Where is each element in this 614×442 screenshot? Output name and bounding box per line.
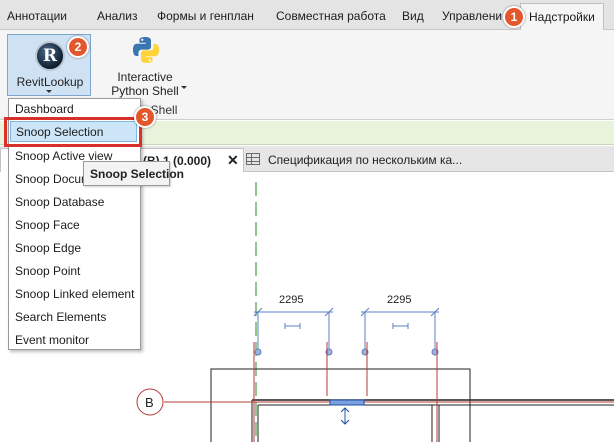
menu-item-snoop-linked-element[interactable]: Snoop Linked element [15,287,134,301]
close-icon[interactable]: ✕ [227,152,239,169]
python-shell-label-line2: Python Shell [111,84,179,98]
menu-item-event-monitor[interactable]: Event monitor [15,333,89,347]
highlight-frame [4,117,142,147]
tab-massing-site[interactable]: Формы и генплан [157,9,254,23]
menu-item-search-elements[interactable]: Search Elements [15,310,106,324]
menu-item-snoop-point[interactable]: Snoop Point [15,264,80,278]
python-shell-button[interactable]: Interactive Python Shell [108,34,190,98]
opening-element [329,399,365,406]
menu-item-snoop-face[interactable]: Snoop Face [15,218,80,232]
tab-manage[interactable]: Управлени [442,9,502,23]
dimension-left [253,307,334,352]
chevron-down-icon [46,90,52,93]
dimension-right-text: 2295 [387,294,411,306]
tooltip: Snoop Selection [83,161,184,186]
schedule-icon [246,153,260,165]
tab-schedule[interactable]: Спецификация по нескольким ка... [246,148,614,172]
tab-view[interactable]: Вид [402,9,424,23]
menu-item-snoop-edge[interactable]: Snoop Edge [15,241,81,255]
step-badge-2: 2 [67,36,89,58]
tab-collaborate[interactable]: Совместная работа [276,9,386,23]
revitlookup-logo-icon: R [35,41,65,71]
chevron-down-icon [181,86,187,89]
python-logo-icon [133,37,159,63]
tab-analysis[interactable]: Анализ [97,9,138,23]
dimension-right [360,307,440,352]
revitlookup-label: RevitLookup [16,75,84,89]
grid-label: B [145,395,154,410]
menu-item-dashboard[interactable]: Dashboard [15,102,74,116]
dimension-handle [254,348,262,356]
menu-item-snoop-database[interactable]: Snoop Database [15,195,104,209]
step-badge-1: 1 [503,6,525,28]
tab-annotations[interactable]: Аннотации [7,9,67,23]
tab-schedule-label: Спецификация по нескольким ка... [268,153,463,167]
dimension-left-text: 2295 [279,294,303,306]
python-shell-label: Interactive Python Shell [108,70,182,98]
step-badge-3: 3 [134,106,156,128]
tab-addins[interactable]: Надстройки [520,3,604,31]
menu-item-snoop-document[interactable]: Snoop Docum [15,172,91,186]
python-shell-label-line1: Interactive [117,70,173,84]
